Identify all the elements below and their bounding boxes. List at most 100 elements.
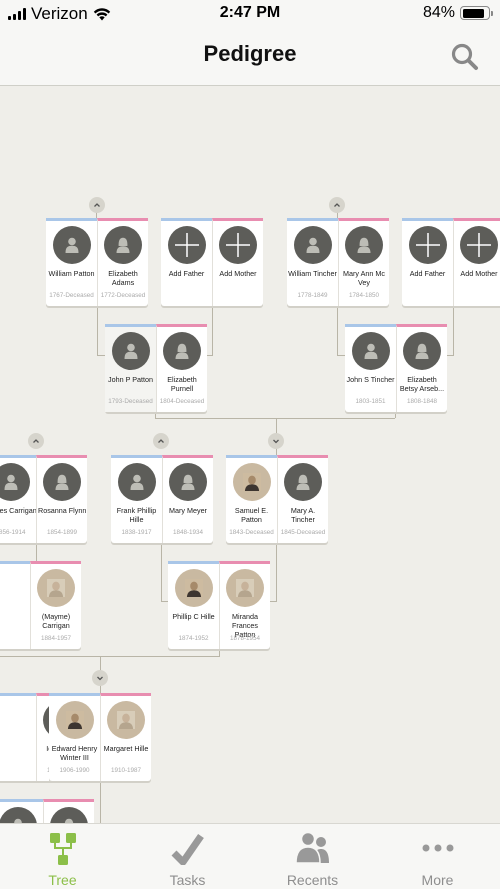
person-card-mother[interactable]: Margaret Hille 1910-1987	[100, 693, 151, 781]
more-dots-icon	[422, 844, 453, 852]
tab-label: More	[421, 872, 454, 888]
connector-line	[161, 601, 168, 602]
couple-card: (Mayme) Carrigan 1884-1957	[0, 561, 81, 649]
page-title: Pedigree	[203, 41, 297, 66]
pedigree-canvas[interactable]: William Patton 1767-Deceased Elizabeth Ada…	[0, 87, 500, 823]
connector-line	[212, 306, 213, 356]
expand-up-toggle[interactable]	[89, 197, 105, 213]
expand-up-toggle[interactable]	[329, 197, 345, 213]
expand-up-toggle[interactable]	[153, 433, 169, 449]
person-card-father[interactable]: Add Father	[161, 218, 212, 306]
person-card-mother[interactable]: Add Mother	[212, 218, 263, 306]
tab-more[interactable]: More	[375, 824, 500, 889]
person-card-mother[interactable]: Rosanna Flynn 1854-1899	[36, 455, 87, 543]
connector-line	[453, 306, 454, 356]
search-button[interactable]	[450, 42, 480, 72]
person-name: William Patton	[48, 269, 95, 278]
person-name: Edward Henry Winter III	[51, 744, 98, 762]
connector-line	[97, 355, 105, 356]
person-dates: 1856-1914	[0, 529, 26, 536]
person-name: Add Mother	[219, 269, 257, 278]
person-card-father[interactable]: William Tincher 1778-1849	[287, 218, 338, 306]
person-card-mother[interactable]: Elizabeth Adams 1772-Deceased	[97, 218, 148, 306]
female-silhouette-icon	[403, 332, 441, 370]
tab-label: Tree	[48, 872, 77, 888]
person-dates: 1878-1954	[229, 635, 261, 642]
male-silhouette-icon	[293, 226, 332, 264]
person-dates: 1848-1934	[172, 529, 204, 536]
tab-tree[interactable]: Tree	[0, 824, 125, 889]
status-right: 84%	[423, 4, 493, 22]
person-name: Elizabeth Purnell	[167, 375, 197, 393]
connector-line	[155, 418, 395, 419]
person-card-mother[interactable]: Mary Meyer 1848-1934	[162, 455, 213, 543]
person-card-mother[interactable]: (Mayme) Carrigan 1884-1957	[30, 561, 81, 649]
tab-tasks[interactable]: Tasks	[125, 824, 250, 889]
person-dates: 1838-1917	[121, 529, 152, 536]
person-photo	[226, 569, 264, 607]
add-person-icon[interactable]	[219, 226, 257, 264]
female-silhouette-icon	[169, 463, 207, 501]
person-name: Add Mother	[460, 269, 498, 278]
connector-line	[206, 355, 213, 356]
person-card-father[interactable]: William Patton 1767-Deceased	[46, 218, 97, 306]
couple-card: Samuel E. Patton 1843-Deceased Mary A. Tin…	[226, 455, 328, 543]
male-silhouette-icon	[117, 463, 156, 501]
person-card-father[interactable]: Edward Henry Winter III 1906-1990	[49, 693, 100, 781]
expand-up-toggle[interactable]	[28, 433, 44, 449]
couple-card: John S Tincher 1803-1851 Elizabeth Betsy A…	[345, 324, 447, 412]
person-card-mother[interactable]: Mary Ann Mc Vey 1784-1850	[338, 218, 389, 306]
person-card-father[interactable]: Frank Phillip Hille 1838-1917	[111, 455, 162, 543]
person-name: Margaret Hille	[103, 744, 149, 753]
battery-level	[462, 8, 484, 18]
person-card-father[interactable]: John S Tincher 1803-1851	[345, 324, 396, 412]
person-name: (Mayme) Carrigan	[41, 612, 71, 630]
person-dates: 1906-1990	[59, 767, 90, 774]
person-card-father[interactable]	[0, 693, 36, 781]
status-bar: Verizon 2:47 PM 84%	[0, 0, 500, 28]
person-card-mother[interactable]: Add Mother	[453, 218, 500, 306]
tab-recents[interactable]: Recents	[250, 824, 375, 889]
male-silhouette-icon	[351, 332, 390, 370]
person-name: Add Father	[168, 269, 205, 278]
person-card-father[interactable]: John P Patton 1793-Deceased	[105, 324, 156, 412]
person-dates: 1793-Deceased	[108, 398, 153, 405]
add-person-icon[interactable]	[408, 226, 447, 264]
add-person-icon[interactable]	[460, 226, 498, 264]
person-card-father[interactable]: Add Father	[402, 218, 453, 306]
person-photo	[107, 701, 145, 739]
person-card-mother[interactable]: Elizabeth Purnell 1804-Deceased	[156, 324, 207, 412]
person-name: Mary Ann Mc Vey	[343, 269, 385, 287]
person-dates: 1808-1848	[406, 398, 438, 405]
connector-line	[0, 656, 220, 657]
person-card-father[interactable]: Samuel E. Patton 1843-Deceased	[226, 455, 277, 543]
person-card-mother[interactable]: Mary A. Tincher 1845-Deceased	[277, 455, 328, 543]
male-silhouette-icon	[52, 226, 91, 264]
collapse-down-toggle[interactable]	[268, 433, 284, 449]
battery-icon	[460, 6, 493, 20]
person-card-mother[interactable]: Miranda Frances Patton 1878-1954	[219, 561, 270, 649]
search-icon	[451, 43, 478, 70]
person-card-father[interactable]	[0, 561, 30, 649]
person-name: Mary Meyer	[169, 506, 207, 515]
tab-label: Tasks	[169, 872, 206, 888]
tree-icon	[49, 833, 76, 865]
add-person-icon[interactable]	[167, 226, 206, 264]
person-photo	[232, 463, 271, 501]
person-photo	[174, 569, 213, 607]
person-dates: 1803-1851	[355, 398, 386, 405]
connector-line	[337, 355, 345, 356]
female-silhouette-icon	[50, 807, 88, 823]
person-name: John P Patton	[107, 375, 154, 384]
person-card-father[interactable]	[0, 799, 43, 823]
male-silhouette-icon	[0, 807, 37, 823]
connector-line	[337, 306, 338, 356]
couple-card: James Carrigan 1856-1914 Rosanna Flynn 1854…	[0, 455, 87, 543]
male-silhouette-icon	[0, 463, 30, 501]
connector-line	[276, 542, 277, 602]
collapse-down-toggle[interactable]	[92, 670, 108, 686]
person-card-mother[interactable]	[43, 799, 94, 823]
person-card-mother[interactable]: Elizabeth Betsy Arseb... 1808-1848	[396, 324, 447, 412]
person-card-father[interactable]: Phillip C Hille 1874-1952	[168, 561, 219, 649]
person-card-father[interactable]: James Carrigan 1856-1914	[0, 455, 36, 543]
